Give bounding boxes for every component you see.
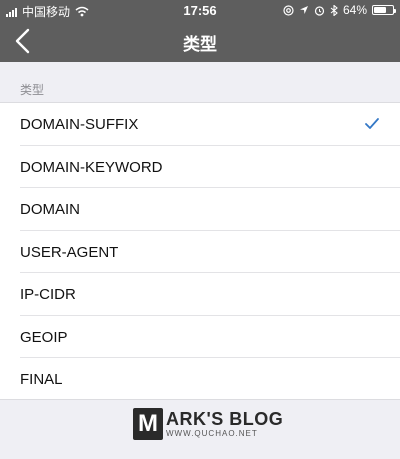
watermark: M ARK'S BLOG WWW.QUCHAO.NET [133, 408, 283, 440]
list-item-label: FINAL [20, 371, 63, 388]
list-item[interactable]: FINAL [0, 358, 400, 401]
location-arrow-icon [299, 6, 308, 14]
list-item[interactable]: USER-AGENT [0, 231, 400, 273]
list-item-label: DOMAIN-KEYWORD [20, 158, 163, 176]
checkmark-icon [365, 118, 379, 129]
list-item-label: GEOIP [20, 328, 68, 346]
at-icon [283, 4, 294, 16]
section-header: 类型 [20, 83, 45, 97]
list-item-label: IP-CIDR [20, 286, 76, 303]
battery-level [374, 7, 386, 13]
battery-icon [372, 5, 396, 15]
bluetooth-icon [330, 4, 338, 16]
list-item-label: USER-AGENT [20, 243, 119, 261]
watermark-url: WWW.QUCHAO.NET [166, 429, 258, 438]
list-item[interactable]: DOMAIN-KEYWORD [0, 146, 400, 188]
list-item[interactable]: GEOIP [0, 316, 400, 358]
status-right: 64% [283, 3, 396, 17]
list-item-label: DOMAIN [20, 201, 80, 218]
top-bar: 中国移动 17:56 64% 类型 [0, 0, 400, 62]
page-title: 类型 [183, 35, 217, 54]
watermark-title: ARK'S BLOG [166, 409, 284, 429]
status-bar: 中国移动 17:56 64% [0, 0, 400, 20]
list-item[interactable]: DOMAIN [0, 188, 400, 231]
alarm-icon [314, 5, 325, 16]
type-list: DOMAIN-SUFFIX DOMAIN-KEYWORD DOMAIN USER-AG… [0, 102, 400, 400]
list-item[interactable]: DOMAIN-SUFFIX [0, 103, 400, 146]
list-item[interactable]: IP-CIDR [0, 273, 400, 316]
list-item-label: DOMAIN-SUFFIX [20, 116, 139, 133]
watermark-logo: M [133, 408, 163, 440]
watermark-text: ARK'S BLOG WWW.QUCHAO.NET [166, 409, 283, 439]
battery-percent: 64% [342, 3, 367, 17]
